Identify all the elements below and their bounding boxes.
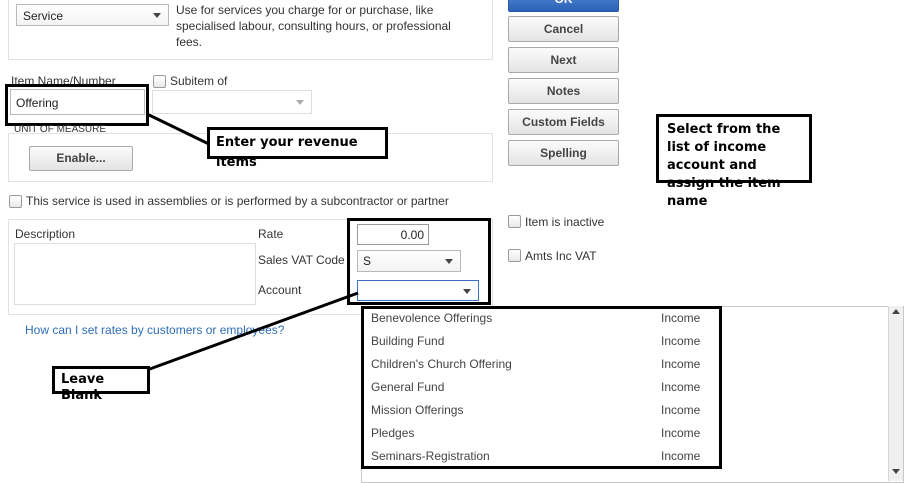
amts-inc-vat-checkbox[interactable] — [508, 249, 521, 262]
item-type-dropdown[interactable]: Service — [16, 4, 169, 26]
leave-blank-callout: Leave Blank — [52, 366, 150, 403]
subitem-label: Subitem of — [170, 74, 228, 88]
notes-button[interactable]: Notes — [508, 78, 619, 104]
next-button[interactable]: Next — [508, 47, 619, 73]
subitem-checkbox[interactable] — [153, 75, 166, 88]
inactive-checkbox[interactable] — [508, 215, 521, 228]
chevron-down-icon — [153, 13, 161, 18]
assembly-checkbox[interactable] — [9, 195, 22, 208]
item-name-highlight — [5, 84, 149, 126]
vat-code-label: Sales VAT Code — [258, 253, 345, 267]
rate-label: Rate — [258, 227, 284, 241]
select-account-callout: Select from the list of income account a… — [656, 114, 812, 209]
subitem-dropdown[interactable] — [152, 90, 312, 114]
scroll-up-icon[interactable] — [892, 309, 900, 314]
enable-uom-button[interactable]: Enable... — [29, 146, 133, 171]
description-textarea[interactable] — [14, 243, 256, 305]
rates-help-link[interactable]: How can I set rates by customers or empl… — [25, 323, 284, 337]
account-label: Account — [258, 283, 302, 297]
inactive-label: Item is inactive — [525, 215, 605, 229]
scroll-down-icon[interactable] — [892, 469, 900, 474]
assembly-checkbox-label: This service is used in assemblies or is… — [26, 194, 449, 208]
item-type-value: Service — [23, 9, 64, 23]
details-highlight — [347, 218, 491, 305]
account-list-scrollbar[interactable] — [888, 306, 903, 481]
cancel-button[interactable]: Cancel — [508, 16, 619, 42]
account-list-highlight — [361, 306, 722, 469]
chevron-down-icon — [296, 100, 304, 105]
ok-button[interactable]: OK — [508, 0, 619, 12]
custom-fields-button[interactable]: Custom Fields — [508, 109, 619, 135]
revenue-items-callout: Enter your revenue items — [207, 127, 388, 170]
amts-inc-vat-label: Amts Inc VAT — [525, 249, 597, 263]
item-type-description: Use for services you charge for or purch… — [176, 3, 451, 49]
spelling-button[interactable]: Spelling — [508, 140, 619, 166]
description-label: Description — [15, 227, 76, 241]
